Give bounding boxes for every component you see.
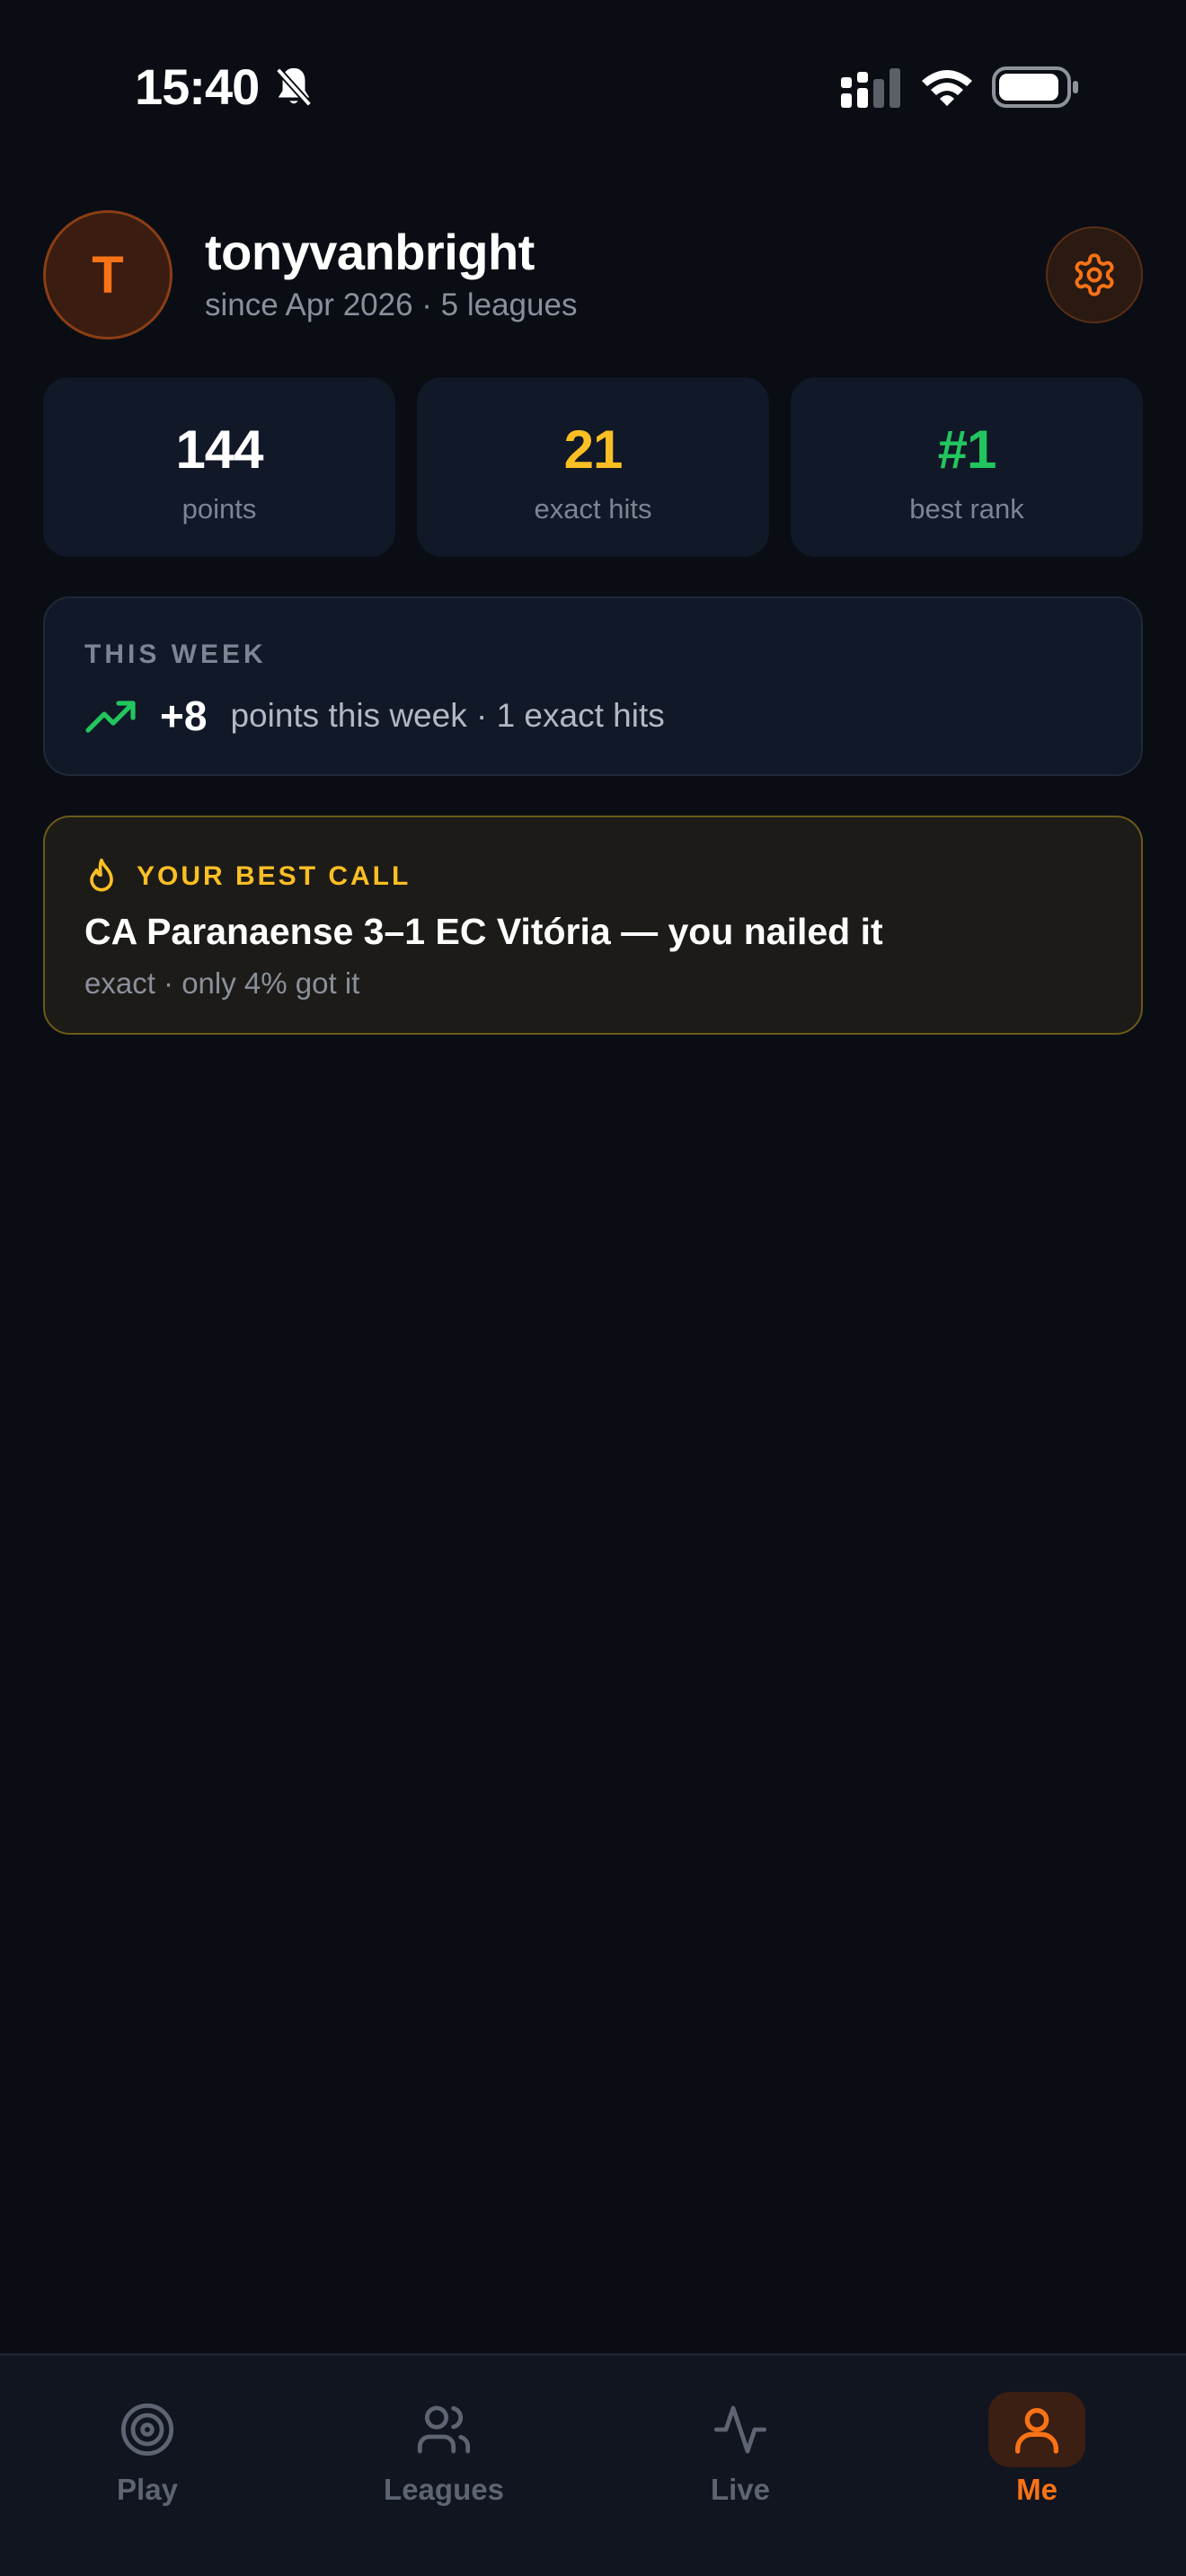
bottom-nav: Play Leagues Live Me [0, 2353, 1186, 2576]
best-call-header: YOUR BEST CALL [84, 857, 411, 896]
nav-icon-wrap [395, 2392, 492, 2467]
best-call-card[interactable]: YOUR BEST CALL CA Paranaense 3–1 EC Vitó… [43, 816, 1143, 1035]
stat-value: #1 [937, 419, 997, 480]
profile-screen: 15:40 T tonyvanbright since Apr 2026 · 5… [0, 0, 1186, 2576]
best-call-title: YOUR BEST CALL [137, 861, 412, 891]
target-icon [120, 2403, 174, 2457]
avatar[interactable]: T [43, 210, 173, 340]
bell-off-icon [275, 67, 313, 107]
this-week-title: THIS WEEK [84, 640, 267, 669]
users-icon [417, 2405, 471, 2454]
stat-label: best rank [909, 493, 1024, 525]
stat-value: 21 [563, 419, 624, 480]
week-summary: points this week · 1 exact hits [230, 697, 665, 734]
nav-label: Me [1016, 2473, 1058, 2506]
user-meta: since Apr 2026 · 5 leagues [205, 287, 578, 322]
battery-icon [992, 66, 1078, 108]
status-bar: 15:40 [0, 0, 1186, 171]
stat-value: 144 [175, 419, 263, 480]
activity-icon [713, 2405, 767, 2454]
username: tonyvanbright [205, 224, 535, 280]
nav-icon-wrap [988, 2392, 1085, 2467]
status-time: 15:40 [135, 58, 260, 115]
nav-label: Leagues [384, 2473, 504, 2506]
stat-card-best-rank: #1 best rank [791, 377, 1143, 557]
settings-button[interactable] [1046, 226, 1143, 323]
stat-label: points [181, 493, 257, 525]
wifi-icon [922, 70, 972, 106]
nav-label: Live [710, 2473, 771, 2506]
signal-icon [841, 68, 900, 108]
nav-item-me[interactable]: Me [929, 2392, 1145, 2527]
stat-label: exact hits [534, 493, 652, 525]
stat-card-exact-hits: 21 exact hits [417, 377, 769, 557]
flame-icon [90, 858, 113, 892]
best-call-subtext: exact · only 4% got it [84, 966, 360, 1000]
nav-item-play[interactable]: Play [40, 2392, 255, 2527]
week-points-delta: +8 [160, 693, 208, 739]
nav-item-live[interactable]: Live [633, 2392, 848, 2527]
gear-icon [1075, 253, 1114, 296]
stat-card-points: 144 points [43, 377, 395, 557]
this-week-row: +8 points this week · 1 exact hits [84, 692, 665, 740]
best-call-headline: CA Paranaense 3–1 EC Vitória — you naile… [84, 911, 883, 952]
trending-up-icon [85, 701, 136, 733]
nav-label: Play [117, 2473, 178, 2506]
nav-icon-wrap [692, 2392, 789, 2467]
nav-icon-wrap [99, 2392, 196, 2467]
this-week-card: THIS WEEK +8 points this week · 1 exact … [43, 596, 1143, 776]
nav-item-leagues[interactable]: Leagues [336, 2392, 552, 2527]
user-icon [1015, 2408, 1058, 2454]
